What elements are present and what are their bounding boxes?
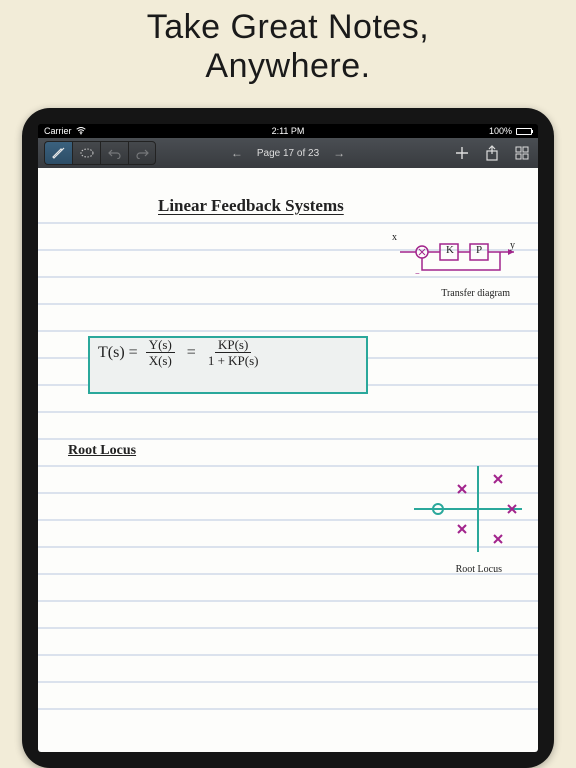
signal-y-label: y xyxy=(510,240,515,251)
status-right: 100% xyxy=(489,126,532,136)
undo-button[interactable] xyxy=(100,141,128,165)
share-button[interactable] xyxy=(482,141,502,165)
tablet-screen: Carrier 2:11 PM 100% xyxy=(38,124,538,752)
diagram1-caption: Transfer diagram xyxy=(441,288,510,299)
carrier-label: Carrier xyxy=(44,126,72,136)
promo-line2: Anywhere. xyxy=(205,47,370,85)
tool-group-right xyxy=(452,141,532,165)
add-button[interactable] xyxy=(452,141,472,165)
diagram2-caption: Root Locus xyxy=(456,564,502,575)
page-navigator: ← Page 17 of 23 → xyxy=(231,146,345,160)
tool-group-left xyxy=(44,141,156,165)
battery-icon xyxy=(516,128,532,135)
app-toolbar: ← Page 17 of 23 → xyxy=(38,138,538,168)
battery-percent: 100% xyxy=(489,126,512,136)
prev-page-button[interactable]: ← xyxy=(231,146,243,160)
status-left: Carrier xyxy=(44,126,86,136)
signal-x-label: x xyxy=(392,232,397,243)
lasso-tool-button[interactable] xyxy=(72,141,100,165)
transfer-diagram: − x K P y xyxy=(398,236,518,286)
pen-tool-button[interactable] xyxy=(44,141,72,165)
block-k-label: K xyxy=(446,244,454,256)
subheading-root-locus: Root Locus xyxy=(68,443,136,459)
clock: 2:11 PM xyxy=(272,126,305,136)
tablet-frame: Carrier 2:11 PM 100% xyxy=(22,108,554,768)
grid-view-button[interactable] xyxy=(512,141,532,165)
next-page-button[interactable]: → xyxy=(333,146,345,160)
block-p-label: P xyxy=(476,244,482,256)
redo-button[interactable] xyxy=(128,141,156,165)
svg-text:−: − xyxy=(415,269,420,278)
page-indicator: Page 17 of 23 xyxy=(257,148,319,159)
note-canvas[interactable]: Linear Feedback Systems Given input x, p… xyxy=(38,168,538,752)
wifi-icon xyxy=(76,127,86,135)
transfer-equation: T(s) = Y(s)X(s) = KP(s)1 + KP(s) xyxy=(98,338,259,367)
promo-line1: Take Great Notes, xyxy=(147,8,430,46)
root-locus-diagram xyxy=(414,464,522,554)
promo-headline: Take Great Notes, Anywhere. xyxy=(0,0,576,88)
status-bar: Carrier 2:11 PM 100% xyxy=(38,124,538,138)
note-title: Linear Feedback Systems xyxy=(158,196,344,216)
